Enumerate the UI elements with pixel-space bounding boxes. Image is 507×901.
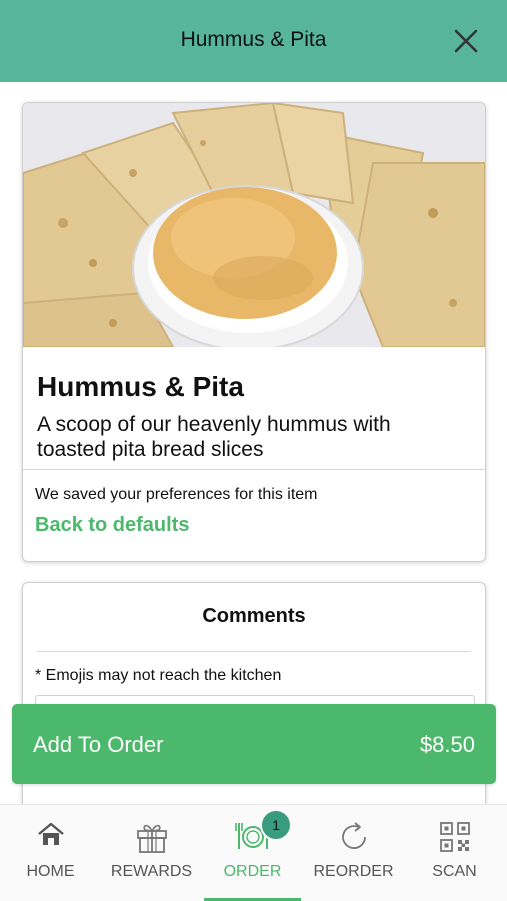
nav-scan[interactable]: SCAN (404, 805, 505, 901)
top-bar: Hummus & Pita (0, 0, 507, 82)
home-icon (37, 822, 64, 845)
product-image (23, 103, 485, 347)
nav-label: ORDER (223, 863, 282, 880)
product-card: Hummus & Pita A scoop of our heavenly hu… (22, 102, 486, 562)
bottom-nav: HOME REWARDS 1 ORDER REORDER SCAN (0, 804, 507, 901)
gift-icon (136, 824, 167, 853)
add-to-order-label: Add To Order (33, 732, 164, 757)
close-button[interactable] (451, 26, 481, 56)
back-to-defaults-link[interactable]: Back to defaults (35, 514, 189, 537)
nav-rewards[interactable]: REWARDS (101, 805, 202, 901)
refresh-icon (341, 822, 366, 849)
emoji-note: * Emojis may not reach the kitchen (35, 667, 282, 684)
product-title: Hummus & Pita (37, 371, 244, 402)
comments-card: Comments * Emojis may not reach the kitc… (22, 582, 486, 824)
nav-home[interactable]: HOME (0, 805, 101, 901)
order-price: $8.50 (419, 732, 475, 757)
product-description: A scoop of our heavenly hummus with toas… (37, 413, 391, 461)
nav-label: HOME (26, 863, 75, 880)
preferences-note: We saved your preferences for this item (35, 486, 318, 503)
divider (37, 651, 471, 652)
comments-title: Comments (202, 605, 306, 627)
nav-order[interactable]: 1 ORDER (202, 805, 303, 901)
close-icon (454, 29, 478, 53)
nav-label: REWARDS (110, 863, 193, 880)
add-to-order-button[interactable]: Add To Order $8.50 (12, 704, 496, 784)
page-title: Hummus & Pita (180, 28, 327, 51)
nav-label: SCAN (432, 863, 477, 880)
order-count-badge: 1 (260, 809, 292, 841)
nav-label: REORDER (313, 863, 394, 880)
qr-code-icon (439, 822, 470, 852)
nav-reorder[interactable]: REORDER (303, 805, 404, 901)
divider (23, 469, 485, 470)
